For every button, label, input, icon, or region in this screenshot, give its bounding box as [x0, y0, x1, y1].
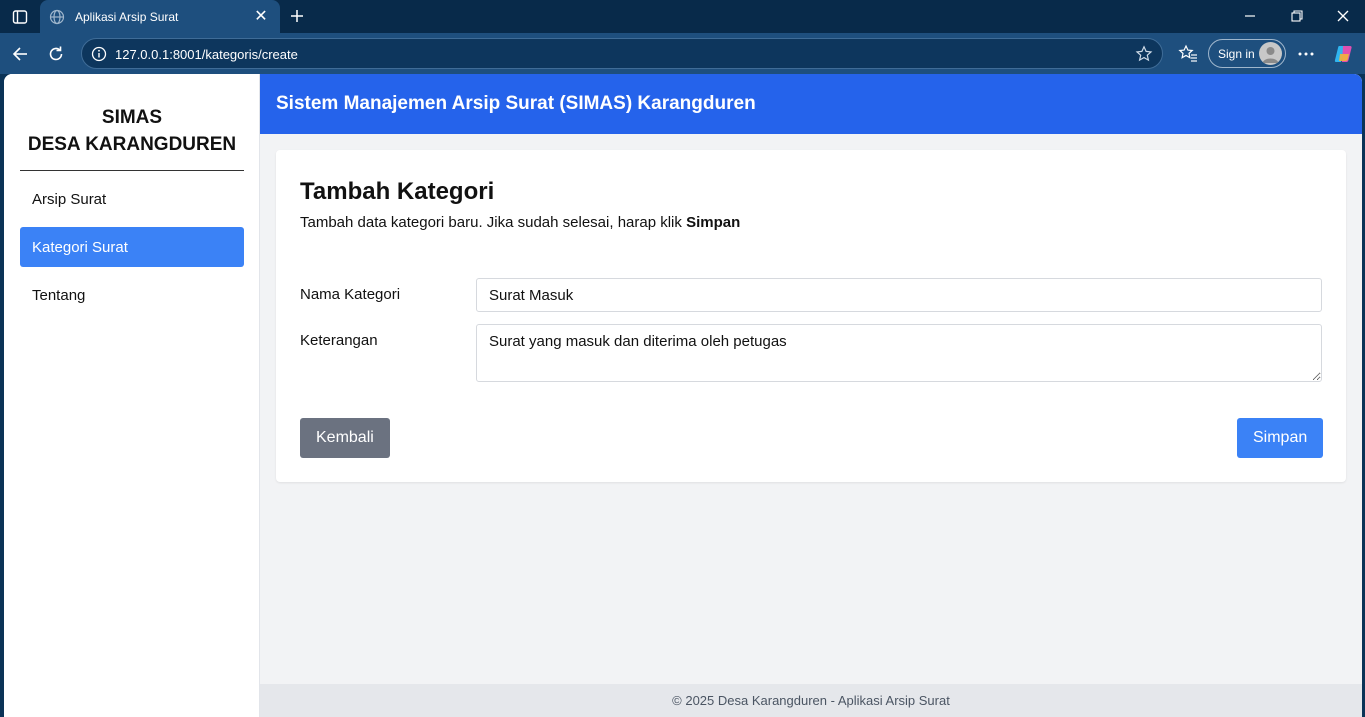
minimize-icon[interactable]	[1238, 5, 1262, 27]
sidebar-item-label: Kategori Surat	[32, 238, 128, 256]
close-tab-icon[interactable]: ✕	[252, 8, 270, 26]
form-card: Tambah Kategori Tambah data kategori bar…	[276, 150, 1346, 482]
category-name-input[interactable]	[476, 278, 1322, 312]
globe-icon	[48, 8, 66, 26]
brand-divider	[20, 170, 244, 171]
page-viewport: SIMAS DESA KARANGDUREN Arsip Surat Kateg…	[4, 74, 1362, 717]
sidebar: SIMAS DESA KARANGDUREN Arsip Surat Kateg…	[4, 74, 260, 717]
page-subtitle: Tambah data kategori baru. Jika sudah se…	[300, 214, 740, 231]
url-text: 127.0.0.1:8001/kategoris/create	[115, 47, 298, 62]
browser-titlebar: Aplikasi Arsip Surat ✕	[0, 0, 1365, 33]
sidebar-item-kategori-surat[interactable]: Kategori Surat	[20, 227, 244, 267]
sign-in-label: Sign in	[1218, 46, 1255, 61]
refresh-icon[interactable]	[43, 41, 69, 67]
new-tab-icon[interactable]	[286, 5, 308, 27]
copilot-icon[interactable]	[1331, 41, 1357, 67]
sidebar-item-label: Arsip Surat	[32, 190, 107, 208]
close-window-icon[interactable]	[1331, 5, 1355, 27]
tab-actions-icon[interactable]	[8, 6, 32, 28]
browser-toolbar: 127.0.0.1:8001/kategoris/create Sign in	[0, 33, 1365, 74]
brand-line-1: SIMAS	[101, 107, 163, 128]
subtitle-bold-text: Simpan	[686, 214, 741, 231]
address-bar[interactable]: 127.0.0.1:8001/kategoris/create	[81, 38, 1163, 69]
browser-tab[interactable]: Aplikasi Arsip Surat ✕	[40, 0, 280, 33]
favorite-star-icon[interactable]	[1134, 44, 1154, 64]
app-header: Sistem Manajemen Arsip Surat (SIMAS) Kar…	[260, 74, 1362, 134]
footer-text: © 2025 Desa Karangduren - Aplikasi Arsip…	[672, 693, 950, 708]
brand-title: SIMAS DESA KARANGDUREN	[20, 104, 244, 158]
back-button[interactable]: Kembali	[300, 418, 390, 458]
sidebar-item-tentang[interactable]: Tentang	[20, 275, 244, 315]
avatar	[1259, 42, 1282, 65]
description-label: Keterangan	[300, 332, 378, 349]
site-info-icon[interactable]	[90, 45, 108, 63]
restore-icon[interactable]	[1285, 5, 1309, 27]
back-arrow-icon[interactable]	[7, 41, 33, 67]
brand-line-2: DESA KARANGDUREN	[27, 134, 237, 155]
header-title: Sistem Manajemen Arsip Surat (SIMAS) Kar…	[276, 93, 756, 114]
favorites-icon[interactable]	[1175, 41, 1201, 67]
page-title: Tambah Kategori	[300, 178, 495, 205]
main-content: Sistem Manajemen Arsip Surat (SIMAS) Kar…	[260, 74, 1362, 717]
sign-in-button[interactable]: Sign in	[1208, 39, 1286, 68]
name-label: Nama Kategori	[300, 286, 401, 303]
sidebar-item-label: Tentang	[32, 286, 86, 304]
page-footer: © 2025 Desa Karangduren - Aplikasi Arsip…	[260, 684, 1362, 717]
description-textarea[interactable]: Surat yang masuk dan diterima oleh petug…	[476, 324, 1322, 382]
subtitle-text: Tambah data kategori baru. Jika sudah se…	[300, 214, 687, 231]
more-options-icon[interactable]	[1293, 41, 1319, 67]
save-button[interactable]: Simpan	[1237, 418, 1324, 458]
tab-title: Aplikasi Arsip Surat	[75, 9, 179, 24]
sidebar-item-arsip-surat[interactable]: Arsip Surat	[20, 179, 244, 219]
